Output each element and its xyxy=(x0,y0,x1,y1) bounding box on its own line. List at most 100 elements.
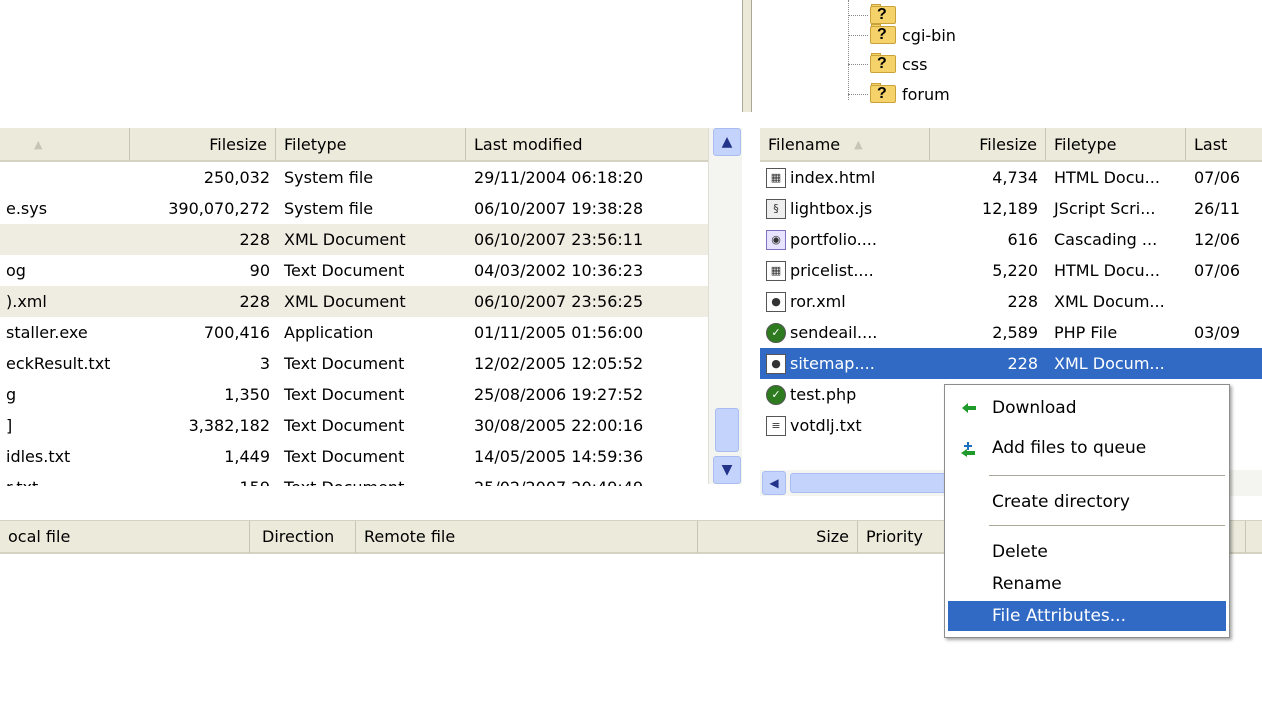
cell-modified: 06/10/2007 23:56:11 xyxy=(474,230,644,249)
cell-name: og xyxy=(6,261,26,280)
table-row[interactable]: og 90 Text Document 04/03/2002 10:36:23 xyxy=(0,255,708,286)
queue-col-remote-file[interactable]: Remote file xyxy=(356,520,698,553)
table-row[interactable]: ▦ pricelist.... 5,220 HTML Docu... 07/06 xyxy=(760,255,1262,286)
file-name: portfolio.... xyxy=(790,230,877,249)
pane-splitter[interactable] xyxy=(742,0,752,112)
cell-size: 12,189 xyxy=(982,199,1038,218)
local-header-filesize[interactable]: Filesize xyxy=(130,128,276,160)
html-icon: ▦ xyxy=(766,260,786,281)
menu-item-file-attributes[interactable]: File Attributes... xyxy=(948,601,1226,631)
cell-modified: 30/08/2005 22:00:16 xyxy=(474,416,644,435)
cell-size: 228 xyxy=(239,230,270,249)
cell-type: XML Document xyxy=(284,292,406,311)
table-row[interactable]: r.txt159Text Document25/02/2007 20:49:49 xyxy=(0,472,708,486)
cell-name: g xyxy=(6,385,17,404)
local-header-modified[interactable]: Last modified xyxy=(466,128,708,160)
scroll-left-icon[interactable]: ◀ xyxy=(762,471,786,495)
scroll-up-icon[interactable]: ▲ xyxy=(713,128,741,156)
scroll-thumb[interactable] xyxy=(715,408,739,452)
menu-item-add-to-queue[interactable]: Add files to queue xyxy=(948,433,1226,463)
file-name: ror.xml xyxy=(790,292,846,311)
cell-size: 5,220 xyxy=(992,261,1038,280)
table-row-selected[interactable]: ● sitemap.... 228 XML Docum... xyxy=(760,348,1262,379)
cell-size: 228 xyxy=(1007,292,1038,311)
cell-modified: 06/10/2007 19:38:28 xyxy=(474,199,644,218)
cell-size: 1,350 xyxy=(224,385,270,404)
tree-item-forum[interactable]: ? forum xyxy=(848,81,950,107)
table-row[interactable]: ▦ index.html 4,734 HTML Docu... 07/06 xyxy=(760,162,1262,193)
table-row[interactable]: § lightbox.js 12,189 JScript Scri... 26/11 xyxy=(760,193,1262,224)
xml-icon: ● xyxy=(766,291,786,312)
table-row[interactable]: ] 3,382,182 Text Document 30/08/2005 22:00:… xyxy=(0,410,708,441)
cell-size: 1,449 xyxy=(224,447,270,466)
remote-header-filesize[interactable]: Filesize xyxy=(930,128,1046,160)
cell-modified: 04/03/2002 10:36:23 xyxy=(474,261,644,280)
table-row[interactable]: ✓ sendeail.... 2,589 PHP File 03/09 xyxy=(760,317,1262,348)
cell-name: ] xyxy=(6,416,13,435)
queue-col-size[interactable]: Size xyxy=(698,520,858,553)
php-icon: ✓ xyxy=(766,322,786,343)
remote-list-header: Filename ▲ Filesize Filetype Last xyxy=(760,128,1262,162)
table-row[interactable]: ◉ portfolio.... 616 Cascading ... 12/06 xyxy=(760,224,1262,255)
file-name: votdlj.txt xyxy=(790,416,862,435)
tree-item-cgi-bin[interactable]: ? cgi-bin xyxy=(848,22,956,48)
file-name: index.html xyxy=(790,168,876,187)
table-row[interactable]: ).xml 228 XML Document 06/10/2007 23:56:25 xyxy=(0,286,708,317)
xml-icon: ● xyxy=(766,353,786,374)
table-row[interactable]: ● ror.xml 228 XML Docum... xyxy=(760,286,1262,317)
tree-item-label: forum xyxy=(902,84,950,104)
sort-arrow-icon: ▲ xyxy=(34,137,43,151)
remote-header-filetype[interactable]: Filetype xyxy=(1046,128,1186,160)
table-row[interactable]: eckResult.txt 3 Text Document 12/02/2005 12… xyxy=(0,348,708,379)
unknown-folder-icon: ? xyxy=(870,24,898,46)
cell-modified: 01/11/2005 01:56:00 xyxy=(474,323,644,342)
table-row[interactable]: 228 XML Document 06/10/2007 23:56:11 xyxy=(0,224,708,255)
cell-size: 250,032 xyxy=(203,168,270,187)
menu-item-create-directory[interactable]: Create directory xyxy=(948,487,1226,517)
cell-size: 616 xyxy=(1007,230,1038,249)
queue-col-direction[interactable]: Direction xyxy=(250,520,356,553)
table-row[interactable]: staller.exe 700,416 Application 01/11/2005 … xyxy=(0,317,708,348)
remote-header-modified[interactable]: Last xyxy=(1186,128,1262,160)
menu-separator xyxy=(989,475,1225,477)
menu-item-rename[interactable]: Rename xyxy=(948,569,1226,599)
menu-item-label: File Attributes... xyxy=(992,606,1126,626)
scroll-down-icon[interactable]: ▼ xyxy=(713,456,741,484)
js-icon: § xyxy=(766,198,786,219)
local-vertical-scrollbar[interactable]: ▲ ▼ xyxy=(708,128,742,484)
cell-name: e.sys xyxy=(6,199,48,218)
file-name: lightbox.js xyxy=(790,199,873,218)
download-arrow-icon xyxy=(962,403,976,413)
cell-size: 228 xyxy=(1007,354,1038,373)
table-row[interactable]: e.sys 390,070,272 System file 06/10/2007 19… xyxy=(0,193,708,224)
cell-modified: 07/06 xyxy=(1194,261,1241,280)
cell-modified: 06/10/2007 23:56:25 xyxy=(474,292,644,311)
remote-header-filename[interactable]: Filename ▲ xyxy=(760,128,930,160)
local-header-filename[interactable]: ▲ xyxy=(0,128,130,160)
add-queue-icon xyxy=(961,442,975,457)
cell-type: HTML Docu... xyxy=(1054,261,1160,280)
queue-col-local-file[interactable]: ocal file xyxy=(0,520,250,553)
cell-name: ◉ portfolio.... xyxy=(760,229,930,250)
table-row[interactable]: g 1,350 Text Document 25/08/2006 19:27:52 xyxy=(0,379,708,410)
queue-col-priority[interactable]: Priority xyxy=(858,521,958,553)
tree-item-css[interactable]: ? css xyxy=(848,51,927,77)
menu-item-delete[interactable]: Delete xyxy=(948,537,1226,567)
menu-item-download[interactable]: Download xyxy=(948,393,1226,423)
menu-item-label: Add files to queue xyxy=(992,438,1147,458)
cell-modified: 03/09 xyxy=(1194,323,1241,342)
cell-size: 159 xyxy=(130,478,276,486)
html-icon: ▦ xyxy=(766,167,786,188)
header-label: Filename xyxy=(768,134,841,154)
cell-type: HTML Docu... xyxy=(1054,168,1160,187)
table-row[interactable]: idles.txt 1,449 Text Document 14/05/2005 14… xyxy=(0,441,708,472)
table-row[interactable]: 250,032 System file 29/11/2004 06:18:20 xyxy=(0,162,708,193)
column-divider xyxy=(1244,520,1246,553)
cell-size: 3,382,182 xyxy=(188,416,270,435)
cell-modified: 29/11/2004 06:18:20 xyxy=(474,168,644,187)
cell-name: idles.txt xyxy=(6,447,71,466)
cell-type: XML Document xyxy=(284,230,406,249)
cell-name: staller.exe xyxy=(6,323,88,342)
cell-type: JScript Scri... xyxy=(1054,199,1156,218)
local-header-filetype[interactable]: Filetype xyxy=(276,128,466,160)
